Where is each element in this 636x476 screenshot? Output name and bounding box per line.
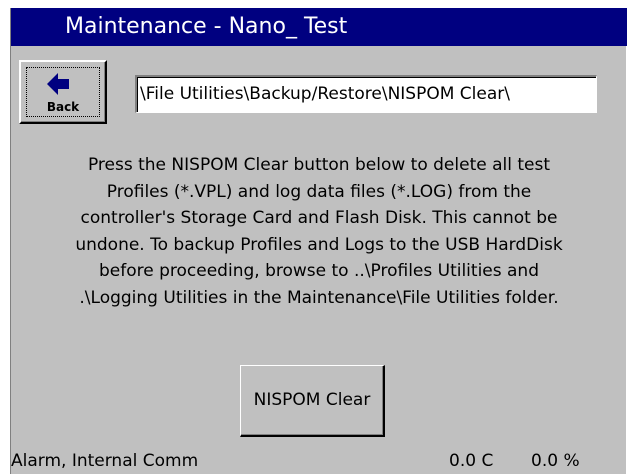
window-title: Maintenance - Nano_ Test bbox=[11, 8, 627, 46]
humidity-readout: 0.0 % bbox=[531, 451, 580, 471]
maintenance-window: Maintenance - Nano_ Test Back \File Util… bbox=[10, 8, 627, 474]
instructions-line: Press the NISPOM Clear button below to d… bbox=[87, 155, 551, 175]
alarm-status: Alarm, Internal Comm bbox=[11, 451, 199, 471]
back-button[interactable]: Back bbox=[19, 60, 107, 124]
current-path-field[interactable]: \File Utilities\Backup/Restore\NISPOM Cl… bbox=[135, 75, 597, 113]
back-button-label: Back bbox=[46, 100, 80, 114]
instructions-line: before proceeding, browse to ..\Profiles… bbox=[99, 261, 539, 281]
status-bar: Alarm, Internal Comm 0.0 C 0.0 % bbox=[11, 448, 627, 474]
instructions-line: undone. To backup Profiles and Logs to t… bbox=[75, 234, 563, 255]
instructions-line: .\Logging Utilities in the Maintenance\F… bbox=[79, 287, 559, 308]
arrow-left-icon bbox=[47, 73, 69, 95]
temperature-readout: 0.0 C bbox=[449, 451, 494, 471]
instructions-line: controller's Storage Card and Flash Disk… bbox=[80, 208, 558, 228]
instructions-line: Profiles (*.VPL) and log data files (*.L… bbox=[106, 181, 532, 202]
nispom-clear-button[interactable]: NISPOM Clear bbox=[240, 365, 385, 437]
instructions-text: Press the NISPOM Clear button below to d… bbox=[11, 152, 627, 311]
